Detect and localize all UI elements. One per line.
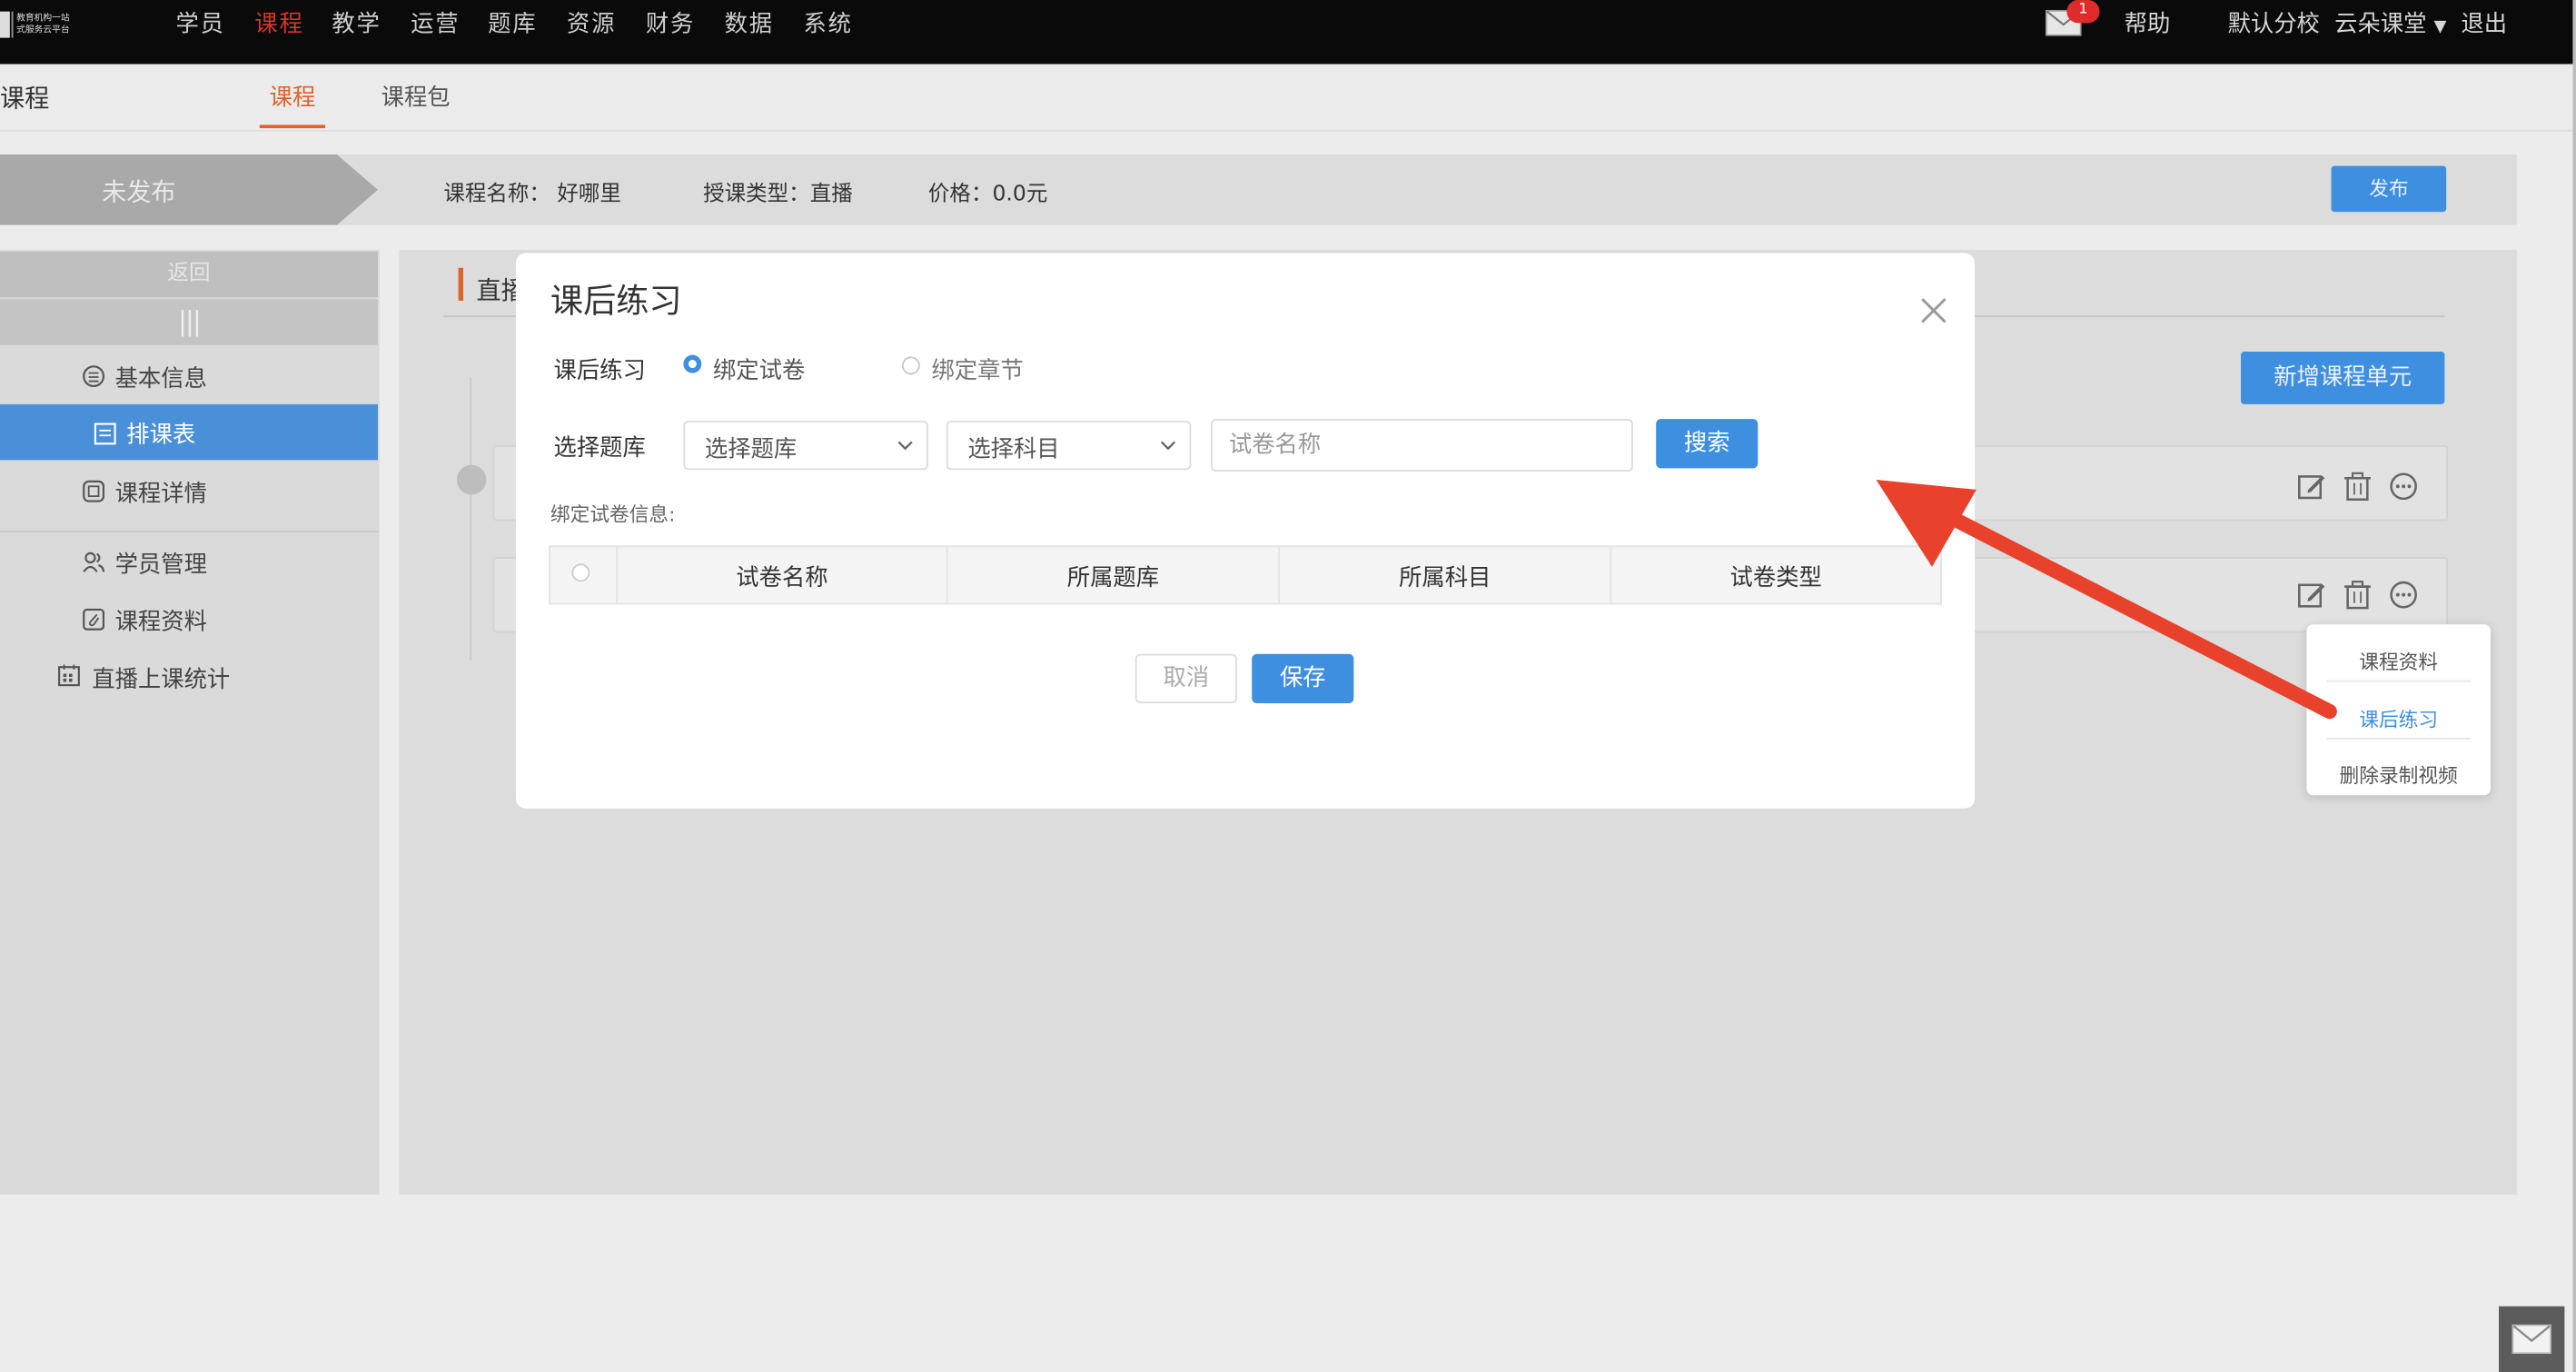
sidebar-item-course-details[interactable]: 课程详情 <box>0 463 378 519</box>
teach-type-info: 授课类型：直播 <box>703 182 853 207</box>
users-icon <box>83 552 105 572</box>
brand-logo[interactable]: 教育机构一站 式服务云平台 <box>0 8 99 45</box>
more-icon[interactable] <box>2389 580 2419 610</box>
bound-paper-info-label: 绑定试卷信息: <box>550 502 676 526</box>
course-name-info: 课程名称： 好哪里 <box>443 182 621 207</box>
document-icon <box>94 423 116 445</box>
list-circle-icon <box>83 365 105 388</box>
radio-bind-paper[interactable] <box>683 354 702 373</box>
column-header-question-bank[interactable]: 所属题库 <box>948 561 1279 593</box>
menu-item-after-class-practice[interactable]: 课后练习 <box>2306 705 2491 733</box>
practice-type-label: 课后练习 <box>553 358 646 385</box>
radio-bind-chapter-label[interactable]: 绑定章节 <box>932 353 1024 386</box>
sidebar-item-schedule[interactable]: 排课表 <box>0 403 379 461</box>
chevron-down-icon <box>1160 441 1176 451</box>
user-menu[interactable]: 云朵课堂 ▼ <box>2334 6 2446 39</box>
user-name: 云朵课堂 <box>2334 11 2427 38</box>
sidebar-divider <box>0 531 379 532</box>
section-accent <box>458 267 464 301</box>
logo-mark-icon <box>0 11 10 38</box>
sidebar-item-label: 学员管理 <box>114 552 207 579</box>
sidebar-item-label: 课程详情 <box>114 481 207 508</box>
subject-select[interactable]: 选择科目 <box>946 420 1192 471</box>
select-placeholder: 选择科目 <box>967 437 1060 463</box>
paper-name-input[interactable] <box>1211 419 1633 472</box>
timeline-line <box>470 377 472 661</box>
column-header-paper-type[interactable]: 试卷类型 <box>1611 561 1940 593</box>
practice-modal <box>515 253 1976 809</box>
sidebar-item-label: 基本信息 <box>114 366 207 393</box>
logo-line-2: 式服务云平台 <box>16 25 70 35</box>
nav-item-students[interactable]: 学员 <box>176 6 225 39</box>
sidebar-item-basic-info[interactable]: 基本信息 <box>0 348 378 403</box>
sidebar-item-student-management[interactable]: 学员管理 <box>0 534 378 590</box>
notification-badge: 1 <box>2066 0 2100 24</box>
nav-item-operations[interactable]: 运营 <box>411 6 460 39</box>
edit-icon[interactable] <box>2297 472 2327 502</box>
modal-title: 课后练习 <box>550 281 682 321</box>
price-info: 价格：0.0元 <box>927 182 1048 207</box>
menu-item-course-materials[interactable]: 课程资料 <box>2306 648 2491 676</box>
radio-bind-paper-label[interactable]: 绑定试卷 <box>713 353 805 386</box>
nav-item-data[interactable]: 数据 <box>725 6 774 39</box>
cancel-button[interactable]: 取消 <box>1134 653 1237 703</box>
status-arrow <box>0 154 379 225</box>
menu-item-delete-recording[interactable]: 删除录制视频 <box>2306 761 2491 789</box>
select-placeholder: 选择题库 <box>704 437 798 463</box>
more-icon[interactable] <box>2389 472 2419 502</box>
detail-icon <box>83 480 105 502</box>
calendar-icon <box>58 664 80 687</box>
nav-item-finance[interactable]: 财务 <box>646 6 695 39</box>
active-tab-indicator <box>259 124 326 129</box>
logout-link[interactable]: 退出 <box>2461 6 2507 39</box>
page-title: 课程 <box>0 84 50 114</box>
column-header-paper-name[interactable]: 试卷名称 <box>618 561 946 593</box>
search-button[interactable]: 搜索 <box>1656 419 1759 469</box>
add-course-unit-button[interactable]: 新增课程单元 <box>2241 351 2445 404</box>
nav-item-question-bank[interactable]: 题库 <box>488 6 537 39</box>
sidebar-item-live-stats[interactable]: 直播上课统计 <box>0 649 378 704</box>
help-link[interactable]: 帮助 <box>2125 6 2171 39</box>
publish-button[interactable]: 发布 <box>2331 165 2447 213</box>
tab-course-packages[interactable]: 课程包 <box>381 81 451 114</box>
sidebar-item-course-materials[interactable]: 课程资料 <box>0 592 378 647</box>
mail-icon <box>2512 1324 2551 1355</box>
nav-item-teaching[interactable]: 教学 <box>332 6 381 39</box>
edit-icon[interactable] <box>2297 580 2327 610</box>
menu-divider <box>2326 737 2472 740</box>
school-name: 默认分校 <box>2227 11 2320 38</box>
nav-item-resources[interactable]: 资源 <box>567 6 616 39</box>
floating-message-button[interactable] <box>2499 1306 2565 1372</box>
caret-down-icon: ▼ <box>2433 17 2447 36</box>
back-button[interactable]: 返回 <box>0 251 379 298</box>
select-all-radio[interactable] <box>571 563 590 582</box>
logo-line-1: 教育机构一站 <box>16 13 70 24</box>
radio-bind-chapter[interactable] <box>901 356 920 375</box>
nav-item-system[interactable]: 系统 <box>803 6 852 39</box>
sidebar-item-label: 排课表 <box>126 422 196 449</box>
trash-icon[interactable] <box>2343 580 2373 610</box>
column-header-subject[interactable]: 所属科目 <box>1280 561 1610 593</box>
chevron-down-icon <box>897 441 913 451</box>
publish-status: 未发布 <box>102 177 176 207</box>
save-button[interactable]: 保存 <box>1252 653 1354 703</box>
close-icon[interactable] <box>1916 293 1952 329</box>
select-bank-label: 选择题库 <box>553 435 646 462</box>
timeline-node <box>456 464 487 495</box>
tab-courses[interactable]: 课程 <box>270 81 316 114</box>
scrollbar[interactable] <box>2572 0 2576 1372</box>
top-nav-bar <box>0 0 2576 65</box>
trash-icon[interactable] <box>2343 472 2373 502</box>
collapse-handle-icon[interactable]: ||| <box>0 299 379 345</box>
nav-item-courses[interactable]: 课程 <box>254 6 303 39</box>
menu-divider <box>2326 680 2472 682</box>
sidebar-item-label: 直播上课统计 <box>92 667 231 694</box>
sidebar-item-label: 课程资料 <box>114 609 207 636</box>
attachment-icon <box>83 608 105 631</box>
question-bank-select[interactable]: 选择题库 <box>683 420 928 471</box>
